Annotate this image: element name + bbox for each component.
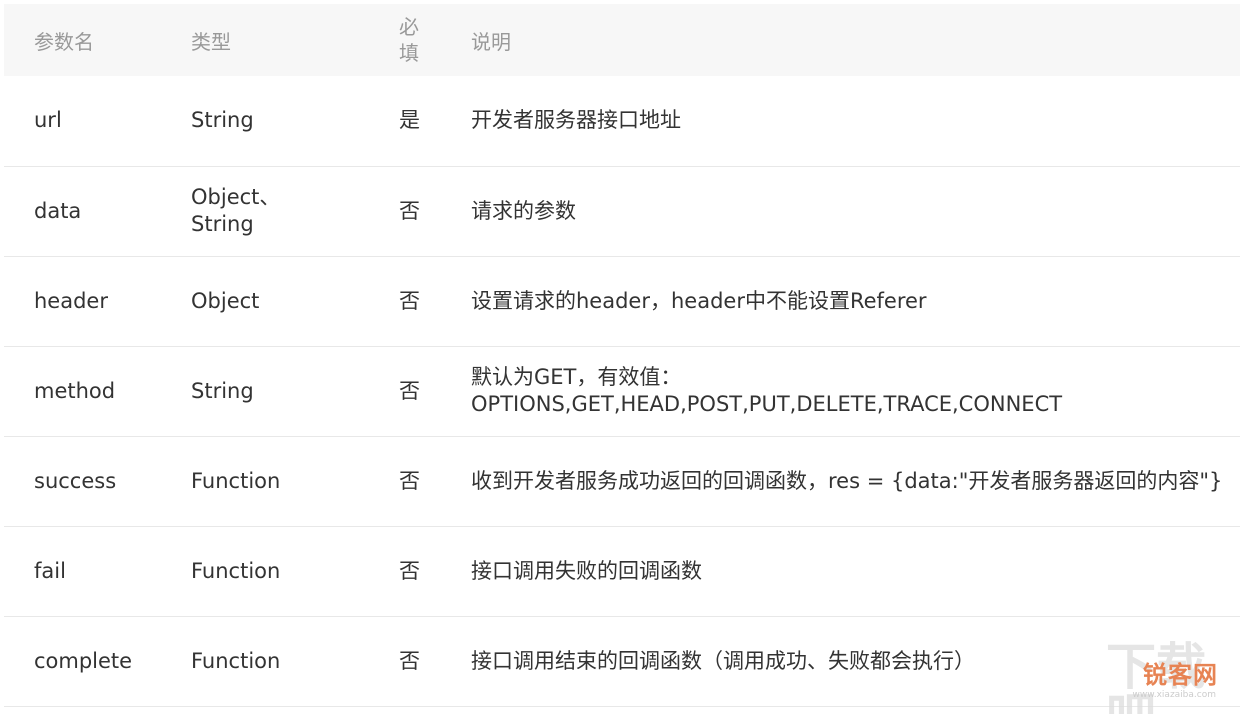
table-row: fail Function 否 接口调用失败的回调函数 [4,526,1240,616]
table-row: success Function 否 收到开发者服务成功返回的回调函数，res = {… [4,436,1240,526]
param-type-cell: Function [161,436,371,526]
param-type-line1: Function [191,468,281,493]
param-description-line2: OPTIONS,GET,HEAD,POST,PUT,DELETE,TRACE,C… [471,392,1063,416]
param-type-cell: Object [161,256,371,346]
header-type: 类型 [191,29,231,54]
param-type-cell: Function [161,526,371,616]
param-required-cell: 否 [399,468,420,493]
param-type-cell: String [161,346,371,436]
table-row: url String 是 开发者服务器接口地址 [4,76,1240,166]
param-type-line1: Function [191,558,281,583]
watermark-sub-text: www.xiazaiba.com [1132,690,1216,700]
page: 参数名 类型 必 填 说明 url String 是 开发者服务器接口地址 data Ob… [0,0,1240,714]
param-type-line1: Object [191,288,260,313]
param-description-line1: 接口调用失败的回调函数 [471,558,702,583]
param-type-line1: Object、 [191,185,281,209]
param-description-line1: 请求的参数 [471,198,576,223]
param-name-cell: data [34,198,82,223]
param-required-cell: 否 [399,378,420,403]
param-description-line1: 开发者服务器接口地址 [471,108,681,133]
param-type-cell: Object、 String [161,166,371,256]
param-name-cell: success [34,468,117,493]
table-row: data Object、 String 否 请求的参数 [4,166,1240,256]
param-type-line1: String [191,108,254,133]
header-row: 参数名 类型 必 填 说明 [4,4,1240,76]
param-description-cell: 请求的参数 [441,166,1240,256]
table-row: header Object 否 设置请求的header，header中不能设置Refe… [4,256,1240,346]
param-name-cell: method [34,378,116,403]
param-name-cell: complete [34,648,133,673]
header-required-line1: 必 [399,15,419,39]
param-required-cell: 否 [399,288,420,313]
param-name-cell: url [34,108,62,133]
param-type-cell: Function [161,616,371,706]
params-table: 参数名 类型 必 填 说明 url String 是 开发者服务器接口地址 data Ob… [4,4,1240,707]
header-name: 参数名 [34,29,94,54]
param-type-line1: String [191,378,254,403]
param-description-cell: 开发者服务器接口地址 [441,76,1240,166]
header-description: 说明 [471,29,511,54]
param-description-line1: 设置请求的header，header中不能设置Referer [471,288,927,313]
param-required-cell: 否 [399,648,420,673]
watermark-logo: 下载吧 锐客网 www.xiazaiba.com [1106,642,1226,714]
table-row: method String 否 默认为GET，有效值： OPTIONS,GET,HEAD… [4,346,1240,436]
param-required-cell: 是 [399,108,420,133]
param-type-line2: String [191,212,254,236]
table-body: url String 是 开发者服务器接口地址 data Object、 String 否 请求… [4,76,1240,706]
param-type-line1: Function [191,648,281,673]
table-header: 参数名 类型 必 填 说明 [4,4,1240,76]
param-description-cell: 接口调用失败的回调函数 [441,526,1240,616]
param-description-line1: 默认为GET，有效值： [471,365,682,389]
param-type-cell: String [161,76,371,166]
header-required: 必 填 [371,4,441,76]
param-description-line1: 收到开发者服务成功返回的回调函数，res = {data:"开发者服务器返回的内… [471,468,1223,493]
param-required-cell: 否 [399,198,420,223]
param-description-cell: 默认为GET，有效值： OPTIONS,GET,HEAD,POST,PUT,DEL… [441,346,1240,436]
param-description-cell: 设置请求的header，header中不能设置Referer [441,256,1240,346]
watermark-logo-text: 锐客网 [1143,661,1218,689]
param-name-cell: header [34,288,108,313]
param-required-cell: 否 [399,558,420,583]
table-row: complete Function 否接口调用结束的回调函数（调用成功、失败都会执行… [4,616,1240,706]
header-required-line2: 填 [399,41,419,65]
param-name-cell: fail [34,558,66,583]
param-description-cell: 收到开发者服务成功返回的回调函数，res = {data:"开发者服务器返回的内… [441,436,1240,526]
